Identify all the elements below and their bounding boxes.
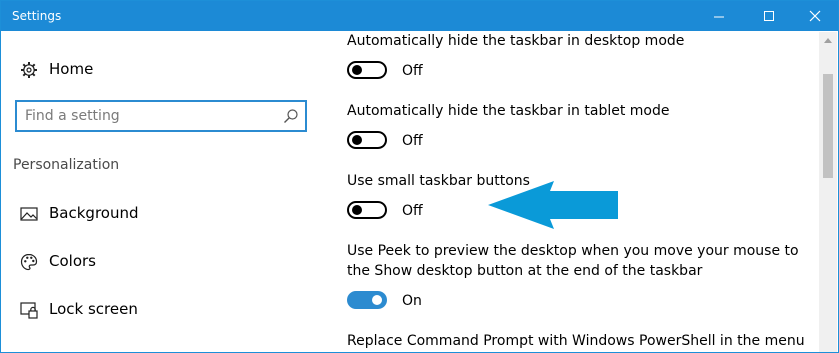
sidebar-item-label: Background xyxy=(49,204,139,222)
sidebar-item-label: Colors xyxy=(49,252,96,270)
sidebar-item-background[interactable]: Background xyxy=(1,193,321,233)
image-icon xyxy=(20,207,38,221)
window-title: Settings xyxy=(12,9,62,23)
toggle-knob xyxy=(352,65,362,75)
toggle-small-buttons[interactable] xyxy=(347,201,387,219)
toggle-state-label: Off xyxy=(402,203,423,219)
maximize-button[interactable] xyxy=(746,1,792,31)
toggle-hide-tablet[interactable] xyxy=(347,131,387,149)
scrollbar-thumb[interactable] xyxy=(823,74,833,178)
section-heading: Personalization xyxy=(13,157,120,173)
toggle-knob xyxy=(352,205,362,215)
search-box[interactable] xyxy=(15,100,307,132)
palette-icon xyxy=(20,253,38,271)
minimize-icon xyxy=(714,16,724,18)
search-input[interactable] xyxy=(25,106,275,126)
maximize-icon xyxy=(764,11,774,21)
sidebar-item-label: Lock screen xyxy=(49,300,138,318)
settings-window: Settings Home Find a setting Personaliza… xyxy=(0,0,839,353)
toggle-state-label: Off xyxy=(402,63,423,79)
setting-title-hide-tablet: Automatically hide the taskbar in tablet… xyxy=(347,103,670,119)
sidebar: Home Personalization Background Colors xyxy=(1,32,321,352)
setting-title-powershell: Replace Command Prompt with Windows Powe… xyxy=(347,333,805,349)
sidebar-item-home[interactable]: Home xyxy=(1,49,321,89)
setting-title-hide-desktop: Automatically hide the taskbar in deskto… xyxy=(347,33,685,49)
search-icon[interactable] xyxy=(283,108,299,124)
toggle-hide-desktop[interactable] xyxy=(347,61,387,79)
sidebar-item-lock-screen[interactable]: Lock screen xyxy=(1,289,321,329)
toggle-knob xyxy=(352,135,362,145)
sidebar-item-label: Home xyxy=(49,60,94,78)
toggle-knob xyxy=(372,295,382,305)
scroll-up-icon[interactable] xyxy=(824,38,832,43)
left-arrow-annotation-icon xyxy=(488,181,618,229)
close-button[interactable] xyxy=(792,1,838,31)
vertical-scrollbar[interactable] xyxy=(819,32,837,352)
setting-title-peek-line-2: the Show desktop button at the end of th… xyxy=(347,263,703,279)
setting-title-peek-line-1: Use Peek to preview the desktop when you… xyxy=(347,243,799,259)
lock-screen-icon xyxy=(20,302,38,319)
close-icon xyxy=(809,10,821,22)
minimize-button[interactable] xyxy=(696,1,742,31)
toggle-state-label: Off xyxy=(402,133,423,149)
toggle-peek[interactable] xyxy=(347,291,387,309)
sidebar-item-colors[interactable]: Colors xyxy=(1,241,321,281)
toggle-state-label: On xyxy=(402,293,422,309)
title-bar[interactable]: Settings xyxy=(1,1,838,31)
gear-icon xyxy=(21,62,37,78)
